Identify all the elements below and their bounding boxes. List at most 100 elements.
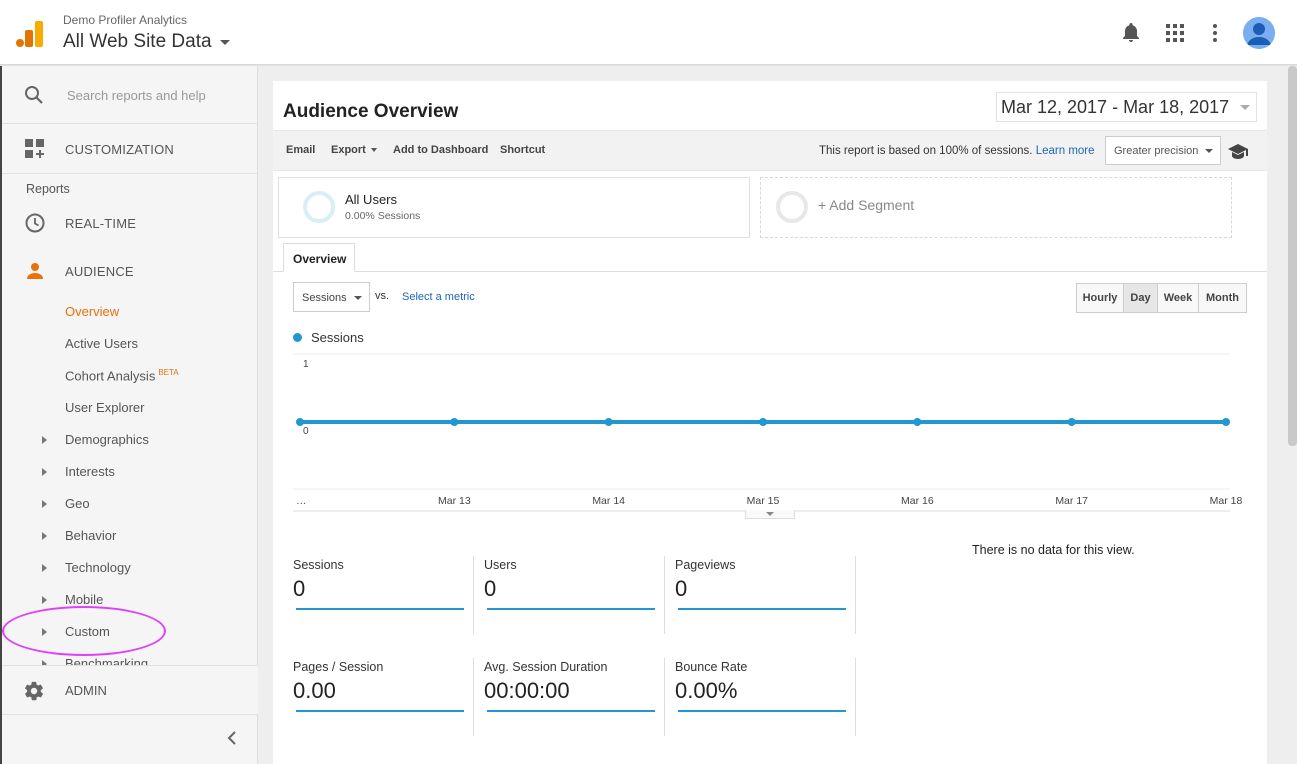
tab-overview[interactable]: Overview <box>283 243 355 272</box>
data-point <box>759 418 767 426</box>
expand-arrow-icon[interactable] <box>42 564 47 572</box>
beta-badge: BETA <box>158 368 179 377</box>
top-header: Demo Profiler Analytics All Web Site Dat… <box>0 0 1297 65</box>
expand-arrow-icon[interactable] <box>42 500 47 508</box>
chevron-down-icon <box>354 296 362 300</box>
date-range-text: Mar 12, 2017 - Mar 18, 2017 <box>1001 96 1230 117</box>
x-tick-label: Mar 18 <box>1210 495 1243 507</box>
nav-admin[interactable]: ADMIN <box>2 665 258 715</box>
granularity-hourly[interactable]: Hourly <box>1076 283 1124 313</box>
segment-name: All Users <box>345 192 398 207</box>
select-metric-link[interactable]: Select a metric <box>402 291 475 303</box>
analytics-logo-icon <box>16 21 43 47</box>
expand-arrow-icon[interactable] <box>42 532 47 540</box>
x-tick-label: Mar 15 <box>747 495 780 507</box>
segment-ring-icon <box>303 191 335 223</box>
report-toolbar: Email Export Add to Dashboard Shortcut T… <box>273 130 1267 171</box>
export-label: Export <box>331 144 366 156</box>
sidebar-item-behavior[interactable]: Behavior <box>65 528 116 543</box>
sidebar-item-custom[interactable]: Custom <box>65 624 110 639</box>
search-input[interactable] <box>67 86 247 104</box>
data-point <box>604 418 613 426</box>
data-point <box>913 418 922 426</box>
divider <box>855 556 856 634</box>
divider <box>664 556 665 634</box>
user-avatar-icon[interactable] <box>1243 17 1275 49</box>
sidebar-item-mobile[interactable]: Mobile <box>65 592 103 607</box>
sidebar-item-technology[interactable]: Technology <box>65 560 131 575</box>
sidebar-item-user-explorer[interactable]: User Explorer <box>65 400 144 415</box>
sidebar-item-interests[interactable]: Interests <box>65 464 115 479</box>
divider <box>2 714 258 715</box>
expand-arrow-icon[interactable] <box>42 628 47 636</box>
add-to-dashboard-button[interactable]: Add to Dashboard <box>393 144 488 156</box>
sidebar-item-geo[interactable]: Geo <box>65 496 90 511</box>
nav-realtime[interactable]: REAL-TIME <box>2 199 258 247</box>
metric-card-pageviews: Pageviews 0 <box>675 558 857 638</box>
nav-audience-label: AUDIENCE <box>65 263 134 279</box>
chevron-down-icon <box>1205 149 1213 153</box>
more-vert-icon[interactable] <box>1204 22 1226 44</box>
learn-more-link[interactable]: Learn more <box>1036 145 1095 157</box>
date-range-picker[interactable]: Mar 12, 2017 - Mar 18, 2017 <box>996 92 1257 122</box>
export-button[interactable]: Export <box>331 144 377 156</box>
metric-value: 0 <box>484 576 497 601</box>
metric-sparkline <box>678 608 846 610</box>
x-tick-label: … <box>296 495 307 507</box>
precision-select[interactable]: Greater precision <box>1105 136 1221 165</box>
nav-audience[interactable]: AUDIENCE <box>2 247 258 295</box>
metric-card-sessions: Sessions 0 <box>293 558 475 638</box>
nav-customization[interactable]: CUSTOMIZATION <box>2 125 258 173</box>
expand-arrow-icon[interactable] <box>42 468 47 476</box>
segment-ring-icon <box>776 191 808 223</box>
expand-arrow-icon[interactable] <box>42 596 47 604</box>
metric-card-avg-session-duration: Avg. Session Duration 00:00:00 <box>484 660 666 740</box>
granularity-day[interactable]: Day <box>1123 283 1158 313</box>
granularity-week[interactable]: Week <box>1157 283 1199 313</box>
chart-expand-handle[interactable] <box>745 510 795 519</box>
no-data-message: There is no data for this view. <box>972 543 1135 557</box>
metric-select[interactable]: Sessions <box>293 282 370 312</box>
sidebar-item-active-users[interactable]: Active Users <box>65 336 138 351</box>
cohort-analysis-label: Cohort Analysis <box>65 368 156 384</box>
metric-label: Pageviews <box>675 558 736 572</box>
page-scrollbar[interactable] <box>1288 66 1297 446</box>
clock-icon <box>24 212 46 234</box>
add-segment-button[interactable]: + Add Segment <box>760 177 1232 238</box>
x-tick-label: Mar 16 <box>901 495 934 507</box>
metric-sparkline <box>296 710 464 712</box>
x-tick-label: Mar 14 <box>592 495 625 507</box>
data-point <box>296 418 304 426</box>
y-tick-label: 1 <box>303 359 309 370</box>
data-point <box>1222 418 1230 426</box>
email-button[interactable]: Email <box>286 144 315 156</box>
expand-arrow-icon[interactable] <box>42 436 47 444</box>
view-selector[interactable]: All Web Site Data <box>63 31 230 53</box>
metric-sparkline <box>296 608 464 610</box>
divider <box>473 556 474 634</box>
sidebar-item-cohort-analysis[interactable]: Cohort Analysis BETA <box>65 368 179 383</box>
metric-label: Users <box>484 558 517 572</box>
chevron-down-icon <box>219 39 230 45</box>
notifications-bell-icon[interactable] <box>1120 22 1142 44</box>
nav-admin-label: ADMIN <box>65 683 107 698</box>
granularity-month[interactable]: Month <box>1198 283 1247 313</box>
metric-label: Pages / Session <box>293 660 384 674</box>
metric-select-value: Sessions <box>302 292 347 304</box>
y-tick-label: 0 <box>303 426 309 437</box>
chevron-down-icon <box>370 148 377 153</box>
chevron-down-icon <box>1240 105 1250 110</box>
collapse-sidebar-button[interactable] <box>222 728 242 748</box>
sampling-note: This report is based on 100% of sessions… <box>819 145 1095 157</box>
apps-grid-icon[interactable] <box>1164 22 1186 44</box>
graduation-cap-icon[interactable] <box>1227 141 1249 161</box>
chevron-left-icon <box>227 731 236 745</box>
sessions-line-chart: 1 0 … Mar 13 Mar 14 Mar 15 Mar 16 Mar 17 Mar 18 <box>293 353 1243 512</box>
segment-all-users[interactable]: All Users 0.00% Sessions <box>278 177 750 238</box>
sidebar-item-demographics[interactable]: Demographics <box>65 432 149 447</box>
sidebar-item-overview[interactable]: Overview <box>65 304 119 319</box>
x-tick-label: Mar 13 <box>438 495 471 507</box>
metric-value: 0 <box>675 576 688 601</box>
shortcut-button[interactable]: Shortcut <box>500 144 545 156</box>
precision-value: Greater precision <box>1114 145 1199 157</box>
